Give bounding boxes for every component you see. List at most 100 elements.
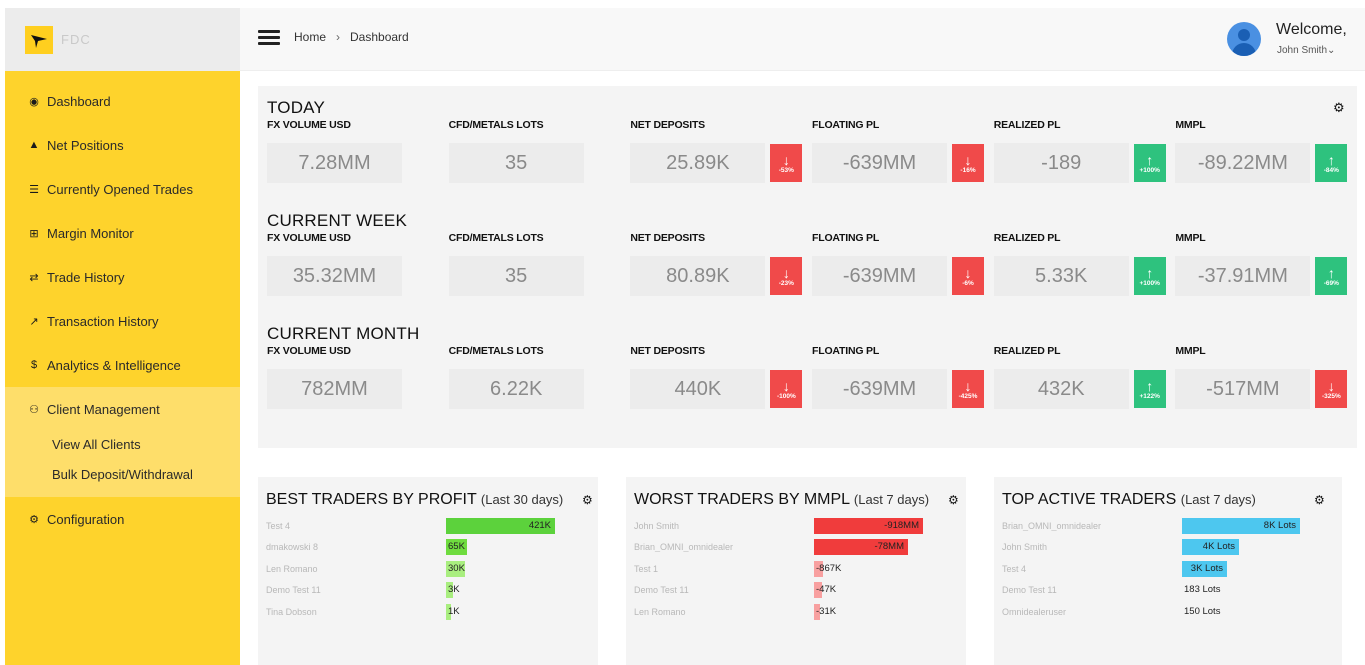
stat-row: -639MM ↓ -6%: [812, 256, 994, 296]
ranking-bar-track: 4K Lots: [1182, 539, 1312, 556]
trader-name[interactable]: Brian_OMNI_omnidealer: [634, 542, 814, 552]
ranking-row[interactable]: John Smith 4K Lots: [1002, 537, 1332, 559]
ranking-row[interactable]: John Smith -918MM: [634, 515, 964, 537]
section-title: TODAY: [267, 98, 325, 117]
stats-section-current-week: CURRENT WEEK FX VOLUME USD 35.32MM CFD/META…: [267, 211, 1357, 296]
sidebar-item-net-positions[interactable]: ▲ Net Positions: [5, 123, 240, 167]
trader-name[interactable]: Test 1: [634, 564, 814, 574]
sidebar-item-trade-history[interactable]: ⇄ Trade History: [5, 255, 240, 299]
change-badge: ↑ -69%: [1315, 257, 1348, 295]
sidebar-item-label: Configuration: [47, 511, 125, 527]
sidebar-item-client-management[interactable]: ⚇ Client Management: [5, 387, 240, 431]
change-percent: -325%: [1321, 392, 1341, 400]
change-percent: +100%: [1139, 279, 1160, 287]
sidebar-item-label: Transaction History: [47, 313, 159, 329]
stat-row: 35: [448, 143, 631, 183]
sidebar-item-label: Net Positions: [47, 137, 124, 153]
ranking-row[interactable]: Omnidealeruser 150 Lots: [1002, 601, 1332, 623]
trader-name[interactable]: Test 4: [266, 521, 446, 531]
sidebar-item-transaction-history[interactable]: ↗ Transaction History: [5, 299, 240, 343]
trader-name[interactable]: Demo Test 11: [634, 585, 814, 595]
stat-card-realized-pl: REALIZED PL -189 ↑ +100%: [993, 119, 1176, 183]
trader-name[interactable]: Len Romano: [266, 564, 446, 574]
top-header: Home › Dashboard Welcome, John Smith⌄: [240, 8, 1365, 71]
sidebar-item-currently-opened-trades[interactable]: ☰ Currently Opened Trades: [5, 167, 240, 211]
user-avatar-icon[interactable]: [1227, 22, 1261, 56]
change-badge: ↑ +100%: [1133, 257, 1166, 295]
arrow-down-icon: ↓: [782, 264, 790, 281]
ranking-row[interactable]: Brian_OMNI_omnidealer 8K Lots: [1002, 515, 1332, 537]
sidebar-item-dashboard[interactable]: ◉ Dashboard: [5, 79, 240, 123]
change-badge: ↓ -325%: [1315, 370, 1348, 408]
arrow-up-icon: ↑: [1146, 151, 1154, 168]
ranking-row[interactable]: dmakowski 8 65K: [266, 537, 596, 559]
cogs-icon: ⚙: [29, 513, 39, 526]
breadcrumb: Home › Dashboard: [294, 30, 409, 44]
stat-value: 6.22K: [448, 369, 584, 409]
ranking-row[interactable]: Demo Test 11 183 Lots: [1002, 580, 1332, 602]
tachometer-icon: ◉: [29, 95, 39, 108]
stat-cards: FX VOLUME USD 7.28MM CFD/METALS LOTS 35 NET …: [267, 119, 1357, 183]
stat-card-realized-pl: REALIZED PL 432K ↑ +122%: [993, 345, 1176, 409]
trader-name[interactable]: Len Romano: [634, 607, 814, 617]
trader-name[interactable]: Demo Test 11: [1002, 585, 1182, 595]
stat-label: REALIZED PL: [993, 119, 1061, 131]
ranking-row[interactable]: Tina Dobson 1K: [266, 601, 596, 623]
sidebar-item-analytics-intelligence[interactable]: $ Analytics & Intelligence: [5, 343, 240, 387]
panel-settings-gear-icon[interactable]: ⚙: [948, 493, 959, 507]
panel-title-text: WORST TRADERS BY MMPL: [634, 491, 850, 508]
stat-card-floating-pl: FLOATING PL -639MM ↓ -16%: [812, 119, 994, 183]
trader-name[interactable]: Demo Test 11: [266, 585, 446, 595]
menu-toggle-icon[interactable]: [258, 30, 280, 46]
ranking-row[interactable]: Test 1 -867K: [634, 558, 964, 580]
submenu-item-bulk-deposit-withdrawal[interactable]: Bulk Deposit/Withdrawal: [5, 459, 240, 489]
trader-name[interactable]: Tina Dobson: [266, 607, 446, 617]
ranking-bar-track: -78MM: [814, 539, 944, 556]
ranking-list: Brian_OMNI_omnidealer 8K Lots John Smith 4K…: [1002, 515, 1332, 623]
trader-name[interactable]: Test 4: [1002, 564, 1182, 574]
stat-label: FLOATING PL: [812, 119, 880, 131]
change-badge: ↓ -100%: [770, 370, 803, 408]
ranking-row[interactable]: Len Romano -31K: [634, 601, 964, 623]
stat-label: REALIZED PL: [993, 345, 1061, 357]
ranking-row[interactable]: Test 4 421K: [266, 515, 596, 537]
breadcrumb-home[interactable]: Home: [294, 30, 326, 44]
stat-value: 5.33K: [993, 256, 1129, 296]
panel-subtitle: (Last 7 days): [1180, 492, 1256, 507]
panel-settings-gear-icon[interactable]: ⚙: [1314, 493, 1325, 507]
stat-label: MMPL: [1175, 345, 1206, 357]
ranking-row[interactable]: Len Romano 30K: [266, 558, 596, 580]
trader-name[interactable]: Brian_OMNI_omnidealer: [1002, 521, 1182, 531]
ranking-value: 183 Lots: [1184, 584, 1221, 596]
ranking-row[interactable]: Demo Test 11 -47K: [634, 580, 964, 602]
stat-row: -37.91MM ↑ -69%: [1175, 256, 1357, 296]
submenu-item-view-all-clients[interactable]: View All Clients: [5, 429, 240, 459]
stat-label: MMPL: [1175, 119, 1206, 131]
trader-name[interactable]: John Smith: [634, 521, 814, 531]
panel-settings-gear-icon[interactable]: ⚙: [582, 493, 593, 507]
ranking-bar-track: 8K Lots: [1182, 517, 1312, 534]
stat-row: 80.89K ↓ -23%: [630, 256, 812, 296]
stat-value: 35.32MM: [267, 256, 402, 296]
trader-name[interactable]: dmakowski 8: [266, 542, 446, 552]
change-percent: -100%: [776, 392, 796, 400]
stat-card-floating-pl: FLOATING PL -639MM ↓ -6%: [812, 232, 994, 296]
stat-label: FLOATING PL: [812, 345, 880, 357]
trader-name[interactable]: John Smith: [1002, 542, 1182, 552]
arrow-up-icon: ↑: [1327, 264, 1335, 281]
change-badge: ↓ -6%: [952, 257, 985, 295]
arrow-up-icon: ↑: [1327, 151, 1335, 168]
arrow-down-icon: ↓: [782, 151, 790, 168]
sidebar-item-margin-monitor[interactable]: ⊞ Margin Monitor: [5, 211, 240, 255]
brand[interactable]: FDC: [5, 8, 240, 71]
stat-card-realized-pl: REALIZED PL 5.33K ↑ +100%: [993, 232, 1176, 296]
sidebar-item-configuration[interactable]: ⚙ Configuration: [5, 497, 240, 541]
stat-value: 80.89K: [630, 256, 766, 296]
ranking-row[interactable]: Demo Test 11 3K: [266, 580, 596, 602]
ranking-row[interactable]: Test 4 3K Lots: [1002, 558, 1332, 580]
user-menu-dropdown[interactable]: John Smith⌄: [1277, 45, 1335, 56]
stat-row: 432K ↑ +122%: [993, 369, 1176, 409]
change-badge: ↑ +122%: [1133, 370, 1166, 408]
trader-name[interactable]: Omnidealeruser: [1002, 607, 1182, 617]
ranking-row[interactable]: Brian_OMNI_omnidealer -78MM: [634, 537, 964, 559]
